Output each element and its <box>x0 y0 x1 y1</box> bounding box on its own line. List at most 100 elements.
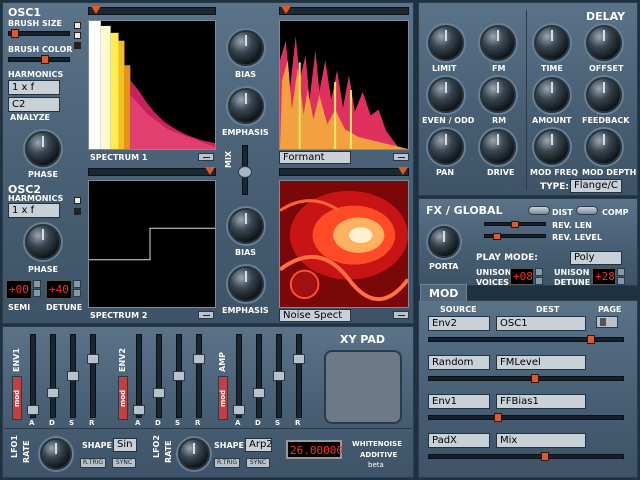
formant-minimize-button[interactable] <box>393 153 409 161</box>
fm-knob[interactable] <box>480 25 516 61</box>
osc1-harmonics-field[interactable]: 1 x f <box>8 80 60 95</box>
env2-slider-thumb[interactable] <box>173 371 185 381</box>
mod-amount-thumb[interactable] <box>587 335 595 344</box>
env2-slider-s[interactable] <box>173 334 185 418</box>
amp-slider-s[interactable] <box>273 334 285 418</box>
rev-len-slider[interactable] <box>484 221 546 228</box>
osc2-bias-knob[interactable] <box>228 208 264 244</box>
lfo2-sync-button[interactable]: SYNC <box>246 458 270 468</box>
spectrum2-scrollbar[interactable] <box>88 167 216 176</box>
limit-knob[interactable] <box>428 25 464 61</box>
formant-scrollbar[interactable] <box>279 6 409 15</box>
unison-detune-display[interactable]: +28 <box>592 268 616 285</box>
lfo1-sync-button[interactable]: SYNC <box>112 458 136 468</box>
rev-level-thumb[interactable] <box>493 233 501 240</box>
osc2-phase-knob[interactable] <box>25 224 61 260</box>
osc2-emphasis-knob[interactable] <box>228 266 264 302</box>
env2-slider-thumb[interactable] <box>133 405 145 415</box>
mod-page-toggle[interactable] <box>596 316 618 328</box>
rev-len-thumb[interactable] <box>511 221 519 228</box>
unison-voices-display[interactable]: +08 <box>510 268 534 285</box>
osc1-emphasis-knob[interactable] <box>228 88 264 124</box>
brush-color-thumb[interactable] <box>41 55 49 64</box>
osc2-mode-field[interactable]: Noise Spect <box>279 309 351 322</box>
lfo1-rate-knob[interactable] <box>40 438 72 470</box>
mod-dest-field[interactable]: Mix <box>496 433 586 448</box>
spectrum1-scrollbar[interactable] <box>88 6 216 15</box>
env1-mod-slider[interactable]: mod <box>12 376 22 420</box>
mod-dest-field[interactable]: FMLevel <box>496 355 586 370</box>
env2-slider-thumb[interactable] <box>193 354 205 364</box>
env2-slider-r[interactable] <box>193 334 205 418</box>
brush-mode-toggle-1[interactable] <box>74 22 81 29</box>
spectrum1-display[interactable] <box>88 20 216 150</box>
delay-type-field[interactable]: Flange/C <box>570 179 622 193</box>
amp-slider-thumb[interactable] <box>293 354 305 364</box>
rev-level-slider[interactable] <box>484 233 546 240</box>
mod-source-field[interactable]: Env1 <box>428 394 490 409</box>
osc2-mode-toggle-2[interactable] <box>74 208 81 215</box>
delay-offset-knob[interactable] <box>586 25 622 61</box>
unison-detune-spinner[interactable] <box>617 268 625 286</box>
amp-slider-thumb[interactable] <box>253 388 265 398</box>
env1-slider-a[interactable] <box>27 334 39 418</box>
spectrum2-display[interactable] <box>88 180 216 308</box>
formant-marker-icon[interactable] <box>281 6 291 14</box>
rm-knob[interactable] <box>480 77 516 113</box>
lfo2-retrig-button[interactable]: R.TRIG <box>214 458 240 468</box>
dist-toggle[interactable] <box>528 206 550 215</box>
delay-time-knob[interactable] <box>534 25 570 61</box>
mod-amount-thumb[interactable] <box>541 452 549 461</box>
env2-mod-slider[interactable]: mod <box>118 376 128 420</box>
even-odd-knob[interactable] <box>428 77 464 113</box>
spectrum2-minimize-button[interactable] <box>198 311 214 319</box>
mod-source-field[interactable]: PadX <box>428 433 490 448</box>
drive-knob[interactable] <box>480 129 516 165</box>
env1-slider-s[interactable] <box>67 334 79 418</box>
mod-source-field[interactable]: Env2 <box>428 316 490 331</box>
comp-toggle[interactable] <box>576 206 598 215</box>
brush-mode-toggle-3[interactable] <box>74 42 81 49</box>
delay-feedback-knob[interactable] <box>586 77 622 113</box>
osc1-bias-knob[interactable] <box>228 30 264 66</box>
play-mode-field[interactable]: Poly <box>570 251 622 265</box>
brush-size-slider[interactable] <box>8 29 70 38</box>
env1-slider-thumb[interactable] <box>47 388 59 398</box>
xy-pad[interactable] <box>324 350 402 424</box>
spectrum1-minimize-button[interactable] <box>198 153 214 161</box>
mod-dest-field[interactable]: FFBias1 <box>496 394 586 409</box>
brush-color-slider[interactable] <box>8 55 70 64</box>
mod-amount-slider[interactable] <box>428 452 624 461</box>
osc1-phase-knob[interactable] <box>25 131 61 167</box>
detune-display[interactable]: +40 <box>46 280 72 299</box>
lfo1-retrig-button[interactable]: R.TRIG <box>80 458 106 468</box>
detune-spinner[interactable] <box>73 280 81 298</box>
delay-mod-freq-knob[interactable] <box>534 129 570 165</box>
env1-slider-thumb[interactable] <box>27 405 39 415</box>
noise-minimize-button[interactable] <box>393 311 409 319</box>
delay-mod-depth-knob[interactable] <box>586 129 622 165</box>
noise-spectrum-display[interactable] <box>279 180 409 308</box>
lfo2-shape-field[interactable]: Arp2 <box>245 438 272 452</box>
env1-slider-thumb[interactable] <box>67 371 79 381</box>
osc1-note-field[interactable]: C2 <box>8 97 60 112</box>
mod-amount-slider[interactable] <box>428 335 624 344</box>
unison-voices-spinner[interactable] <box>535 268 543 286</box>
osc2-mode-toggle-1[interactable] <box>74 197 81 204</box>
brush-mode-toggle-2[interactable] <box>74 32 81 39</box>
brush-size-thumb[interactable] <box>11 29 19 38</box>
lfo1-shape-field[interactable]: Sin <box>113 438 137 452</box>
mix-thumb[interactable] <box>238 166 252 178</box>
mod-amount-slider[interactable] <box>428 374 624 383</box>
noise-marker-icon[interactable] <box>398 167 408 175</box>
mod-amount-slider[interactable] <box>428 413 624 422</box>
delay-amount-knob[interactable] <box>534 77 570 113</box>
osc1-mode-field[interactable]: Formant <box>279 151 351 164</box>
amp-slider-r[interactable] <box>293 334 305 418</box>
env1-slider-r[interactable] <box>87 334 99 418</box>
porta-knob[interactable] <box>428 226 460 258</box>
amp-mod-slider[interactable]: mod <box>218 376 228 420</box>
osc2-harmonics-field[interactable]: 1 x f <box>8 203 60 218</box>
mod-source-field[interactable]: Random <box>428 355 490 370</box>
env2-slider-a[interactable] <box>133 334 145 418</box>
